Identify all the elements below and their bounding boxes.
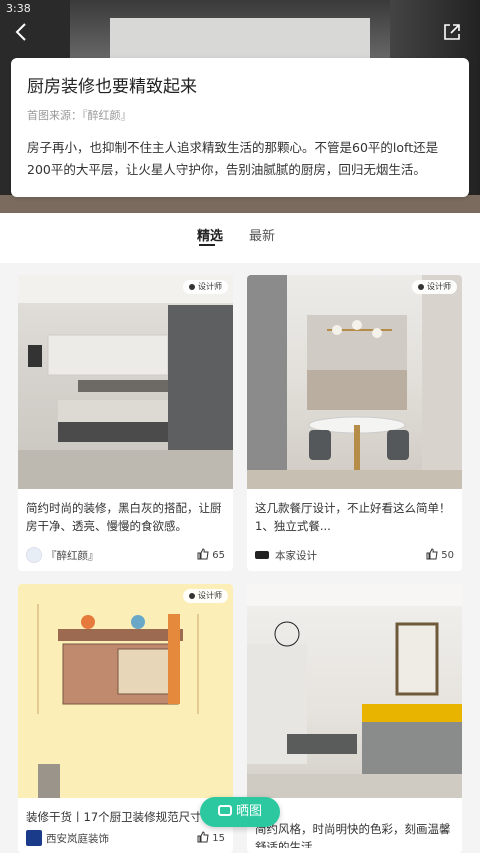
tab-featured[interactable]: 精选	[197, 225, 223, 244]
like-count: 50	[441, 550, 454, 561]
app-screen: 3:38 厨房装修也要精致起来 首图来源：『醉红颜』 房子再小，也抑制不住主人追…	[0, 0, 480, 853]
like-button[interactable]: 15	[197, 831, 225, 844]
article-title: 厨房装修也要精致起来	[27, 77, 197, 97]
like-button[interactable]: 50	[426, 548, 454, 561]
post-card[interactable]: 设计师 这几款餐厅设计，不止好看这么简单！ 1、独立式餐... 本家设计 50	[247, 275, 462, 571]
post-image: 设计师	[18, 584, 233, 798]
back-button[interactable]	[10, 20, 34, 44]
thumbs-up-icon	[197, 548, 209, 560]
author-name[interactable]: 『醉红颜』	[46, 548, 99, 563]
article-info-card: 厨房装修也要精致起来 首图来源：『醉红颜』 房子再小，也抑制不住主人追求精致生活…	[11, 58, 469, 197]
author-name[interactable]: 西安岚庭装饰	[46, 831, 109, 846]
avatar[interactable]	[26, 547, 42, 563]
thumbs-up-icon	[197, 831, 209, 843]
post-image: 设计师	[247, 275, 462, 489]
post-footer: 西安岚庭装饰 15	[18, 822, 233, 853]
avatar[interactable]	[255, 551, 269, 559]
article-source: 首图来源：『醉红颜』	[27, 109, 132, 122]
user-icon	[189, 283, 195, 290]
post-image: 设计师	[18, 275, 233, 489]
back-arrow-icon	[15, 23, 26, 41]
like-count: 15	[212, 833, 225, 844]
like-count: 65	[212, 550, 225, 561]
post-text: 简约风格，时尚明快的色彩，刻画温馨舒适的生活...	[255, 822, 451, 848]
post-photo-button[interactable]: 晒图	[200, 797, 280, 827]
post-footer: 『醉红颜』 65	[18, 539, 233, 571]
post-text: 这几款餐厅设计，不止好看这么简单！ 1、独立式餐...	[255, 501, 451, 533]
post-card[interactable]: 设计师 简约时尚的装修，黑白灰的搭配，让厨房干净、透亮、慢慢的食欲感。 『醉红颜…	[18, 275, 233, 571]
post-footer: 本家设计 50	[247, 539, 462, 571]
status-time: 3:38	[6, 2, 31, 15]
share-button[interactable]	[442, 22, 462, 42]
designer-badge: 设计师	[412, 280, 457, 294]
active-tab-indicator	[199, 244, 215, 246]
designer-badge: 设计师	[183, 280, 228, 294]
post-text: 简约时尚的装修，黑白灰的搭配，让厨房干净、透亮、慢慢的食欲感。	[26, 501, 222, 533]
camera-icon	[217, 805, 232, 816]
share-icon	[444, 24, 460, 40]
user-icon	[418, 283, 424, 290]
article-description: 房子再小，也抑制不住主人追求精致生活的那颗心。不管是60平的loft还是200平…	[27, 140, 439, 177]
thumbs-up-icon	[426, 548, 438, 560]
post-image	[247, 584, 462, 798]
user-icon	[189, 592, 195, 599]
tab-bar: 精选 最新	[0, 213, 480, 263]
avatar[interactable]	[26, 830, 42, 846]
author-name[interactable]: 本家设计	[275, 548, 317, 563]
like-button[interactable]: 65	[197, 548, 225, 561]
tab-latest[interactable]: 最新	[249, 225, 275, 244]
designer-badge: 设计师	[183, 589, 228, 603]
